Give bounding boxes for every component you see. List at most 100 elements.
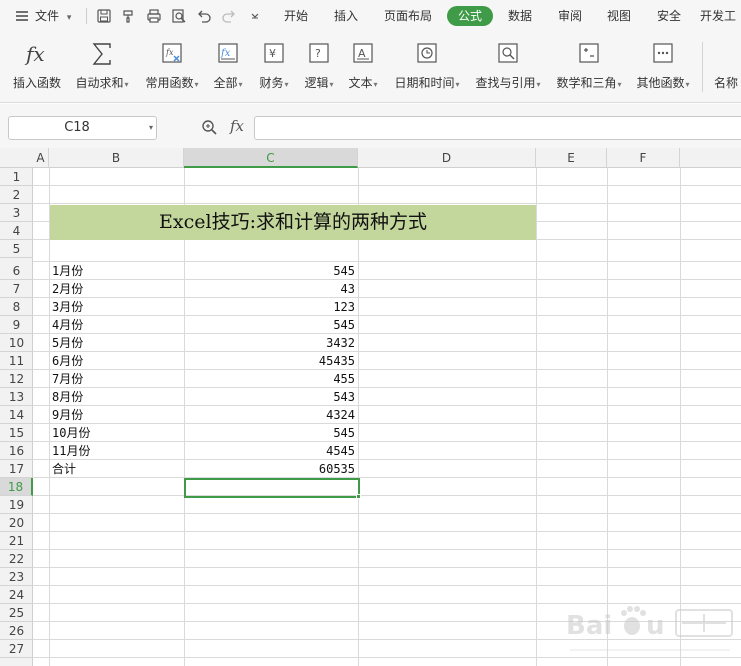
cell-month[interactable]: 4月份 [52, 316, 83, 334]
row-header[interactable]: 8 [0, 298, 33, 316]
tab-developer[interactable]: 开发工 [700, 0, 741, 32]
cell-value[interactable]: 545 [184, 424, 355, 442]
cell-value[interactable]: 45435 [184, 352, 355, 370]
cell-value[interactable]: 543 [184, 388, 355, 406]
more-functions-button[interactable]: 其他函数▾ [632, 32, 694, 102]
formula-input[interactable] [254, 116, 741, 140]
cell-month[interactable]: 2月份 [52, 280, 83, 298]
cell-month[interactable]: 1月份 [52, 262, 83, 280]
cell-month[interactable]: 11月份 [52, 442, 90, 460]
lookup-reference-button[interactable]: 查找与引用▾ [471, 32, 545, 102]
cell-value[interactable]: 4545 [184, 442, 355, 460]
row-header[interactable]: 3 [0, 204, 33, 222]
row-header[interactable]: 19 [0, 496, 33, 514]
row-header[interactable]: 25 [0, 604, 33, 622]
undo-icon[interactable] [196, 8, 212, 24]
customize-icon[interactable] [247, 8, 263, 24]
cell-month[interactable]: 5月份 [52, 334, 83, 352]
cell-value[interactable]: 545 [184, 262, 355, 280]
cell-value[interactable]: 455 [184, 370, 355, 388]
hamburger-menu-icon[interactable] [14, 8, 30, 24]
row-header-selected[interactable]: 18 [0, 478, 33, 496]
row-header[interactable]: 5 [0, 240, 33, 258]
row-header[interactable]: 10 [0, 334, 33, 352]
row-header[interactable]: 1 [0, 168, 33, 186]
row-header[interactable]: 13 [0, 388, 33, 406]
row-header[interactable]: 27 [0, 640, 33, 658]
active-cell-selection[interactable] [184, 478, 360, 498]
tab-data[interactable]: 数据 [500, 0, 540, 32]
tab-formulas[interactable]: 公式 [447, 6, 493, 26]
text-button[interactable]: A 文本▾ [343, 32, 383, 102]
cell-value[interactable]: 545 [184, 316, 355, 334]
cell-month[interactable]: 6月份 [52, 352, 83, 370]
row-header[interactable]: 17 [0, 460, 33, 478]
logic-icon: ? [306, 41, 332, 67]
print-icon[interactable] [146, 8, 162, 24]
finance-button[interactable]: ¥ 财务▾ [254, 32, 294, 102]
column-header-d[interactable]: D [358, 148, 536, 168]
cell-grid[interactable]: Excel技巧:求和计算的两种方式 1月份 2月份 3月份 4月份 5月份 6月… [33, 168, 741, 666]
name-box[interactable]: C18 ▾ [8, 116, 157, 140]
insert-function-button[interactable]: fx 插入函数 [8, 32, 66, 102]
save-icon[interactable] [96, 8, 112, 24]
row-header[interactable]: 20 [0, 514, 33, 532]
tab-page-layout[interactable]: 页面布局 [378, 0, 438, 32]
cell-month[interactable]: 9月份 [52, 406, 83, 424]
chevron-down-icon[interactable]: ▾ [149, 117, 153, 139]
autosum-button[interactable]: 自动求和▾ [70, 32, 134, 102]
row-header[interactable]: 22 [0, 550, 33, 568]
row-header[interactable]: 23 [0, 568, 33, 586]
sheet-title[interactable]: Excel技巧:求和计算的两种方式 [50, 205, 536, 240]
gridline [33, 185, 741, 186]
column-header-f[interactable]: F [607, 148, 680, 168]
row-header[interactable]: 15 [0, 424, 33, 442]
row-header[interactable]: 6 [0, 262, 33, 280]
row-header[interactable]: 9 [0, 316, 33, 334]
all-functions-button[interactable]: fx 全部▾ [208, 32, 248, 102]
row-header[interactable]: 12 [0, 370, 33, 388]
fx-label[interactable]: fx [230, 117, 244, 135]
tab-home[interactable]: 开始 [276, 0, 316, 32]
logic-button[interactable]: ? 逻辑▾ [299, 32, 339, 102]
row-header[interactable]: 24 [0, 586, 33, 604]
row-header[interactable]: 21 [0, 532, 33, 550]
tab-review[interactable]: 审阅 [550, 0, 590, 32]
column-header-c[interactable]: C [184, 148, 358, 168]
cell-month[interactable]: 3月份 [52, 298, 83, 316]
row-header[interactable]: 14 [0, 406, 33, 424]
row-header[interactable]: 7 [0, 280, 33, 298]
cell-total-label[interactable]: 合计 [52, 460, 76, 478]
column-header-b[interactable]: B [49, 148, 184, 168]
cell-month[interactable]: 7月份 [52, 370, 83, 388]
cell-total-value[interactable]: 60535 [184, 460, 355, 478]
gridline [33, 423, 741, 424]
column-header-e[interactable]: E [536, 148, 607, 168]
common-functions-button[interactable]: fx 常用函数▾ [141, 32, 203, 102]
row-header[interactable]: 11 [0, 352, 33, 370]
zoom-icon[interactable] [201, 119, 218, 136]
cell-value[interactable]: 4324 [184, 406, 355, 424]
file-menu[interactable]: 文件 ▾ [35, 0, 71, 32]
row-header[interactable]: 2 [0, 186, 33, 204]
cell-value[interactable]: 123 [184, 298, 355, 316]
math-trig-button[interactable]: 数学和三角▾ [552, 32, 626, 102]
gridline [33, 495, 741, 496]
fill-handle[interactable] [356, 494, 361, 499]
name-manager-button[interactable]: 名称 [710, 32, 741, 102]
tab-insert[interactable]: 插入 [326, 0, 366, 32]
redo-icon[interactable] [221, 8, 237, 24]
cell-value[interactable]: 43 [184, 280, 355, 298]
print-preview-icon[interactable] [171, 8, 187, 24]
tab-view[interactable]: 视图 [599, 0, 639, 32]
row-header[interactable]: 4 [0, 222, 33, 240]
column-header-a[interactable]: A [33, 148, 49, 168]
cell-month[interactable]: 10月份 [52, 424, 90, 442]
row-header[interactable]: 26 [0, 622, 33, 640]
row-header[interactable]: 16 [0, 442, 33, 460]
tab-security[interactable]: 安全 [649, 0, 689, 32]
date-time-button[interactable]: 日期和时间▾ [390, 32, 464, 102]
cell-month[interactable]: 8月份 [52, 388, 83, 406]
cell-value[interactable]: 3432 [184, 334, 355, 352]
format-painter-icon[interactable] [121, 8, 137, 24]
